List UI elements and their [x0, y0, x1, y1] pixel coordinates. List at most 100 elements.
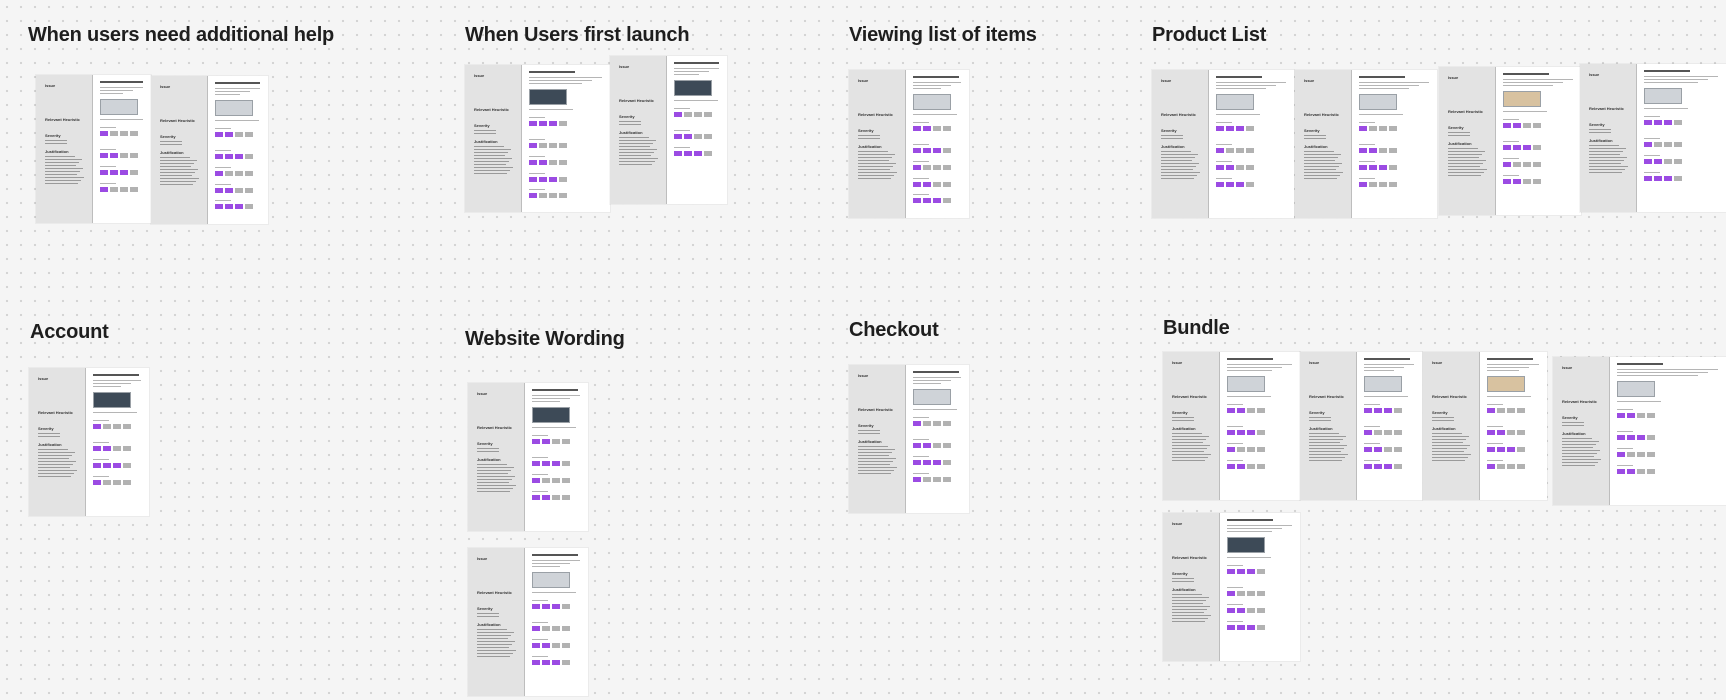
severity-rating-row[interactable]: [93, 463, 131, 468]
rating-box-empty[interactable]: [1664, 159, 1672, 164]
severity-rating-row[interactable]: [532, 478, 570, 483]
rating-box-empty[interactable]: [1247, 591, 1255, 596]
severity-rating-row[interactable]: [674, 151, 712, 156]
rating-box-filled[interactable]: [103, 446, 111, 451]
issue-screenshot-thumbnail[interactable]: [1227, 376, 1265, 392]
rating-box-filled[interactable]: [93, 463, 101, 468]
rating-box-empty[interactable]: [110, 187, 118, 192]
issue-screenshot-thumbnail[interactable]: [1617, 381, 1655, 397]
severity-rating-row[interactable]: [1487, 408, 1525, 413]
severity-rating-row[interactable]: [532, 495, 570, 500]
rating-box-empty[interactable]: [245, 204, 253, 209]
rating-box-filled[interactable]: [1374, 447, 1382, 452]
severity-rating-row[interactable]: [529, 177, 567, 182]
rating-box-empty[interactable]: [562, 660, 570, 665]
rating-box-empty[interactable]: [1507, 430, 1515, 435]
rating-box-filled[interactable]: [552, 461, 560, 466]
rating-box-empty[interactable]: [1507, 464, 1515, 469]
rating-box-empty[interactable]: [552, 495, 560, 500]
rating-box-empty[interactable]: [1374, 430, 1382, 435]
rating-box-empty[interactable]: [1247, 408, 1255, 413]
rating-box-empty[interactable]: [542, 478, 550, 483]
rating-box-filled[interactable]: [1644, 142, 1652, 147]
severity-rating-row[interactable]: [1359, 165, 1397, 170]
rating-box-filled[interactable]: [1644, 159, 1652, 164]
rating-box-empty[interactable]: [562, 439, 570, 444]
rating-box-empty[interactable]: [549, 160, 557, 165]
rating-box-empty[interactable]: [1369, 126, 1377, 131]
rating-box-filled[interactable]: [1216, 182, 1224, 187]
rating-box-empty[interactable]: [559, 177, 567, 182]
rating-box-filled[interactable]: [1227, 464, 1235, 469]
severity-rating-row[interactable]: [913, 421, 951, 426]
rating-box-empty[interactable]: [943, 126, 951, 131]
rating-box-empty[interactable]: [1389, 148, 1397, 153]
rating-box-empty[interactable]: [1257, 430, 1265, 435]
rating-box-filled[interactable]: [93, 480, 101, 485]
rating-box-empty[interactable]: [1257, 608, 1265, 613]
rating-box-empty[interactable]: [1497, 408, 1505, 413]
rating-box-filled[interactable]: [1627, 435, 1635, 440]
rating-box-filled[interactable]: [1237, 464, 1245, 469]
rating-box-empty[interactable]: [704, 151, 712, 156]
rating-box-empty[interactable]: [130, 187, 138, 192]
rating-box-filled[interactable]: [1226, 165, 1234, 170]
rating-box-filled[interactable]: [215, 171, 223, 176]
rating-box-filled[interactable]: [1227, 625, 1235, 630]
rating-box-filled[interactable]: [1247, 625, 1255, 630]
rating-box-filled[interactable]: [1216, 165, 1224, 170]
rating-box-filled[interactable]: [1227, 569, 1235, 574]
rating-box-filled[interactable]: [1497, 447, 1505, 452]
severity-rating-row[interactable]: [529, 121, 567, 126]
rating-box-empty[interactable]: [1647, 413, 1655, 418]
rating-box-empty[interactable]: [130, 131, 138, 136]
rating-box-empty[interactable]: [552, 643, 560, 648]
rating-box-filled[interactable]: [1664, 176, 1672, 181]
rating-box-empty[interactable]: [1247, 447, 1255, 452]
rating-box-filled[interactable]: [100, 153, 108, 158]
rating-box-filled[interactable]: [1369, 148, 1377, 153]
rating-box-empty[interactable]: [933, 443, 941, 448]
rating-box-empty[interactable]: [943, 182, 951, 187]
rating-box-empty[interactable]: [1533, 162, 1541, 167]
severity-rating-row[interactable]: [1359, 148, 1397, 153]
rating-box-empty[interactable]: [1246, 182, 1254, 187]
rating-box-filled[interactable]: [532, 604, 540, 609]
issue-screenshot-thumbnail[interactable]: [1359, 94, 1397, 110]
rating-box-filled[interactable]: [235, 204, 243, 209]
rating-box-empty[interactable]: [933, 421, 941, 426]
rating-box-empty[interactable]: [1637, 452, 1645, 457]
rating-box-filled[interactable]: [529, 177, 537, 182]
rating-box-filled[interactable]: [1364, 408, 1372, 413]
rating-box-filled[interactable]: [1237, 569, 1245, 574]
rating-box-empty[interactable]: [559, 160, 567, 165]
rating-box-filled[interactable]: [1627, 413, 1635, 418]
severity-rating-row[interactable]: [1227, 608, 1265, 613]
severity-rating-row[interactable]: [1503, 123, 1541, 128]
rating-box-empty[interactable]: [1523, 162, 1531, 167]
rating-box-filled[interactable]: [1227, 447, 1235, 452]
rating-box-filled[interactable]: [225, 204, 233, 209]
severity-rating-row[interactable]: [532, 439, 570, 444]
rating-box-empty[interactable]: [1647, 452, 1655, 457]
rating-box-filled[interactable]: [913, 165, 921, 170]
rating-box-empty[interactable]: [1389, 165, 1397, 170]
rating-box-filled[interactable]: [110, 153, 118, 158]
severity-rating-row[interactable]: [1227, 447, 1265, 452]
severity-rating-row[interactable]: [913, 126, 951, 131]
rating-box-filled[interactable]: [225, 154, 233, 159]
rating-box-empty[interactable]: [1389, 182, 1397, 187]
rating-box-filled[interactable]: [532, 478, 540, 483]
rating-box-empty[interactable]: [1246, 165, 1254, 170]
severity-rating-row[interactable]: [1644, 142, 1682, 147]
rating-box-empty[interactable]: [245, 132, 253, 137]
severity-rating-row[interactable]: [529, 143, 567, 148]
rating-box-empty[interactable]: [562, 495, 570, 500]
severity-rating-row[interactable]: [1487, 447, 1525, 452]
rating-box-filled[interactable]: [100, 131, 108, 136]
rating-box-empty[interactable]: [1257, 464, 1265, 469]
rating-box-empty[interactable]: [704, 112, 712, 117]
severity-rating-row[interactable]: [1227, 464, 1265, 469]
rating-box-empty[interactable]: [923, 477, 931, 482]
rating-box-filled[interactable]: [1359, 182, 1367, 187]
